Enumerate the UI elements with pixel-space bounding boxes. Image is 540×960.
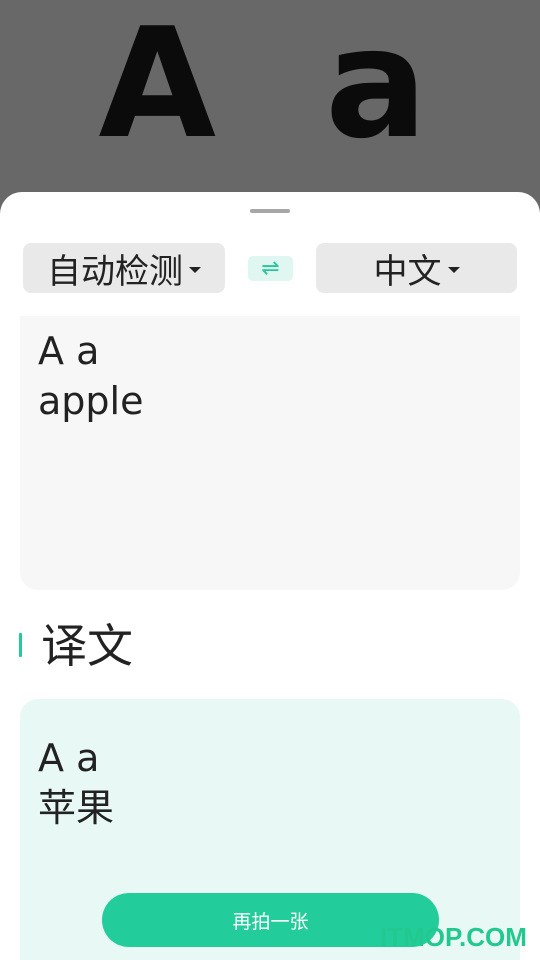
translation-line: A a [38, 736, 100, 780]
chevron-down-icon [189, 267, 201, 273]
heading-accent-bar [19, 633, 22, 657]
source-text-box[interactable]: A a apple [20, 316, 520, 590]
translation-sheet: 自动检测 ⇌ 中文 A a apple 译文 A a 苹果 [0, 192, 540, 960]
translation-line: 苹果 [38, 786, 115, 830]
target-language-label: 中文 [373, 251, 442, 292]
chevron-down-icon [447, 267, 460, 273]
source-line: apple [38, 379, 144, 423]
source-line: A a [38, 329, 100, 373]
swap-icon: ⇌ [261, 255, 280, 281]
captured-image-text: A a [98, 0, 456, 172]
target-language-selector[interactable]: 中文 [316, 243, 517, 293]
source-language-label: 自动检测 [47, 251, 183, 292]
watermark: ITMOP.COM [380, 922, 527, 952]
translation-text: A a 苹果 [38, 733, 114, 833]
drag-handle[interactable] [250, 209, 290, 213]
source-text: A a apple [38, 326, 143, 426]
swap-languages-button[interactable]: ⇌ [248, 256, 293, 281]
camera-preview: A a [0, 0, 540, 215]
source-language-selector[interactable]: 自动检测 [23, 243, 225, 293]
result-heading: 译文 [41, 619, 133, 673]
